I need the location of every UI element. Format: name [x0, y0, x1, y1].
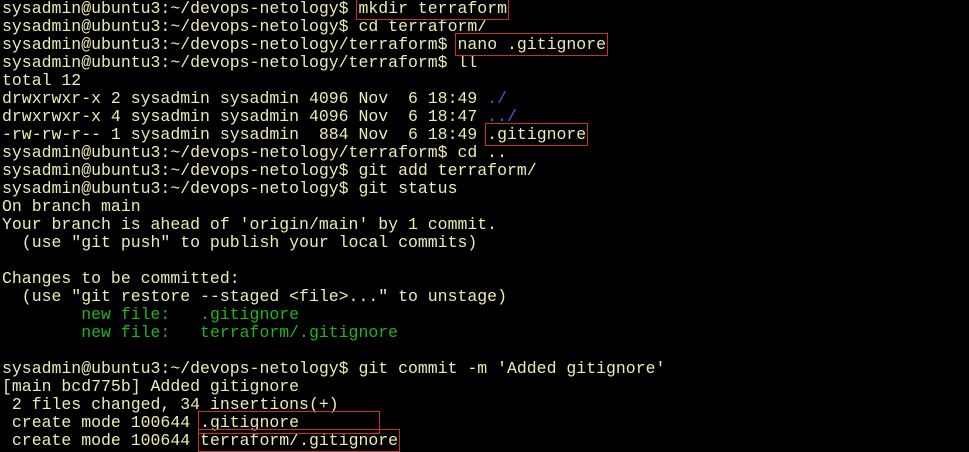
terminal-line: sysadmin@ubuntu3:~/devops-netology$ git … — [2, 360, 969, 378]
highlighted-text: nano .gitignore — [455, 33, 609, 56]
terminal-text: Changes to be committed: — [2, 269, 240, 288]
terminal-line: total 12 — [2, 72, 969, 90]
terminal-text: total 12 — [2, 71, 82, 90]
terminal-line: Changes to be committed: — [2, 270, 969, 288]
terminal-text: sysadmin@ubuntu3:~/devops-netology$ — [2, 0, 359, 18]
terminal-text: [main bcd775b] Added gitignore — [2, 377, 300, 396]
terminal-line: create mode 100644 .gitignore — [2, 411, 969, 434]
terminal-line: sysadmin@ubuntu3:~/devops-netology$ mkdi… — [2, 0, 969, 20]
terminal-line: sysadmin@ubuntu3:~/devops-netology/terra… — [2, 144, 969, 162]
terminal-line: [main bcd775b] Added gitignore — [2, 378, 969, 396]
terminal-text: sysadmin@ubuntu3:~/devops-netology$ git … — [2, 179, 458, 198]
highlighted-text: terraform/.gitignore — [198, 429, 401, 452]
terminal-text: (use "git restore --staged <file>..." to… — [2, 287, 507, 306]
terminal-text: -rw-rw-r-- 1 sysadmin sysadmin 884 Nov 6… — [2, 125, 488, 144]
highlighted-text: mkdir terraform — [356, 0, 509, 20]
colored-text: new file: terraform/.gitignore — [81, 323, 399, 342]
terminal-line: new file: terraform/.gitignore — [2, 324, 969, 342]
highlighted-text: .gitignore — [198, 411, 381, 434]
colored-text: new file: .gitignore — [81, 305, 300, 324]
terminal-line: sysadmin@ubuntu3:~/devops-netology$ cd t… — [2, 18, 969, 36]
terminal-line: 2 files changed, 34 insertions(+) — [2, 396, 969, 414]
terminal-text: drwxrwxr-x 2 sysadmin sysadmin 4096 Nov … — [2, 89, 488, 108]
terminal-text: sysadmin@ubuntu3:~/devops-netology/terra… — [2, 143, 507, 162]
terminal-text: sysadmin@ubuntu3:~/devops-netology$ cd t… — [2, 17, 488, 36]
terminal-text: sysadmin@ubuntu3:~/devops-netology/terra… — [2, 53, 478, 72]
terminal-line: sysadmin@ubuntu3:~/devops-netology/terra… — [2, 54, 969, 72]
terminal-text: create mode 100644 — [2, 413, 201, 432]
colored-text: ../ — [487, 107, 517, 126]
terminal-text: On branch main — [2, 197, 141, 216]
colored-text: ./ — [487, 89, 507, 108]
terminal-output[interactable]: sysadmin@ubuntu3:~/devops-netology$ mkdi… — [2, 0, 969, 452]
terminal-text: create mode 100644 — [2, 431, 201, 450]
terminal-line: (use "git restore --staged <file>..." to… — [2, 288, 969, 306]
terminal-text: sysadmin@ubuntu3:~/devops-netology$ git … — [2, 161, 537, 180]
terminal-line: On branch main — [2, 198, 969, 216]
terminal-line: create mode 100644 terraform/.gitignore — [2, 429, 969, 452]
highlighted-text: .gitignore — [485, 123, 589, 146]
terminal-text: Your branch is ahead of 'origin/main' by… — [2, 215, 498, 234]
terminal-line: Your branch is ahead of 'origin/main' by… — [2, 216, 969, 234]
terminal-line: -rw-rw-r-- 1 sysadmin sysadmin 884 Nov 6… — [2, 123, 969, 146]
terminal-text: (use "git push" to publish your local co… — [2, 233, 478, 252]
terminal-line: (use "git push" to publish your local co… — [2, 234, 969, 252]
terminal-text: sysadmin@ubuntu3:~/devops-netology$ git … — [2, 359, 666, 378]
terminal-text: drwxrwxr-x 4 sysadmin sysadmin 4096 Nov … — [2, 107, 488, 126]
terminal-line: sysadmin@ubuntu3:~/devops-netology$ git … — [2, 180, 969, 198]
terminal-line: drwxrwxr-x 4 sysadmin sysadmin 4096 Nov … — [2, 108, 969, 126]
terminal-line: drwxrwxr-x 2 sysadmin sysadmin 4096 Nov … — [2, 90, 969, 108]
terminal-text: 2 files changed, 34 insertions(+) — [2, 395, 339, 414]
terminal-line: new file: .gitignore — [2, 306, 969, 324]
terminal-text: sysadmin@ubuntu3:~/devops-netology/terra… — [2, 35, 458, 54]
terminal-line: sysadmin@ubuntu3:~/devops-netology/terra… — [2, 33, 969, 56]
terminal-line: sysadmin@ubuntu3:~/devops-netology$ git … — [2, 162, 969, 180]
